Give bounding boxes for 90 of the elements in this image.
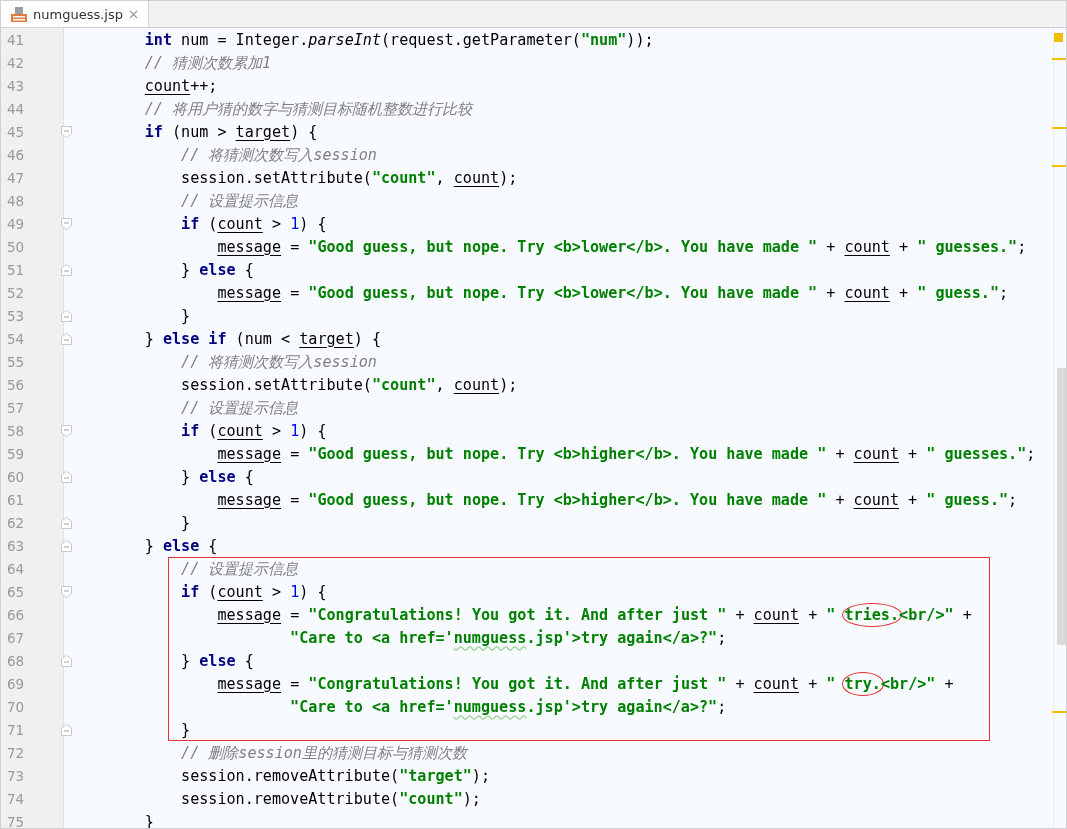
code-line: session.setAttribute("count", count); (180, 168, 518, 187)
warning-marker (1052, 711, 1066, 713)
code-line: } (180, 306, 191, 325)
code-line: message = "Congratulations! You got it. And after just " + count + " tries.<br/>" + (72, 605, 972, 624)
code-line: // 设置提示信息 (180, 190, 299, 211)
fold-icon[interactable] (61, 263, 72, 276)
code-line: session.setAttribute("count", count); (180, 375, 518, 394)
code-line: // 将用户猜的数字与猜测目标随机整数进行比较 (143, 98, 472, 119)
code-line: // 将猜测次数写入session (180, 144, 377, 165)
line-number: 69 (6, 675, 26, 692)
line-number: 67 (6, 629, 26, 646)
code-line: "Care to <a href='numguess.jsp'>try again</a>?"; (289, 697, 727, 716)
code-line: message = "Congratulations! You got it. And after just " + count + " try.<br/>" + (72, 674, 954, 693)
code-line: // 设置提示信息 (180, 558, 299, 579)
code-line: "Care to <a href='numguess.jsp'>try again</a>?"; (289, 628, 727, 647)
fold-icon[interactable] (61, 723, 72, 736)
line-number: 47 (6, 169, 26, 186)
code-line: if (num > target) { (143, 122, 318, 141)
line-number: 61 (6, 491, 26, 508)
code-line: if (count > 1) { (180, 582, 327, 601)
code-line: message = "Good guess, but nope. Try <b>lower</b>. You have made " + count + " guesses."; (216, 237, 1027, 256)
line-number: 45 (6, 123, 26, 140)
line-number: 71 (6, 721, 26, 738)
code-line: } else { (180, 651, 254, 670)
line-number: 54 (6, 330, 26, 347)
line-number: 63 (6, 537, 26, 554)
code-line: } else { (143, 536, 218, 555)
code-line: if (count > 1) { (180, 421, 327, 440)
line-number: 42 (6, 54, 26, 71)
code-line: message = "Good guess, but nope. Try <b>higher</b>. You have made " + count + " guess."; (216, 490, 1018, 509)
code-line: // 猜测次数累加1 (143, 52, 272, 73)
code-line: session.removeAttribute("target"); (180, 766, 491, 785)
scrollbar-thumb[interactable] (1057, 368, 1066, 645)
line-number: 58 (6, 422, 26, 439)
line-number: 50 (6, 238, 26, 255)
line-number: 41 (6, 31, 26, 48)
code-line: message = "Good guess, but nope. Try <b>lower</b>. You have made " + count + " guess."; (216, 283, 1009, 302)
code-line: } else if (num < target) { (143, 329, 382, 348)
fold-icon[interactable] (61, 125, 72, 138)
jsp-file-icon (11, 6, 27, 22)
fold-icon[interactable] (61, 654, 72, 667)
line-number: 70 (6, 698, 26, 715)
code-line: session.removeAttribute("count"); (180, 789, 481, 808)
line-number: 73 (6, 767, 26, 784)
code-line: // 设置提示信息 (180, 397, 299, 418)
warning-marker (1052, 165, 1066, 167)
line-number: 57 (6, 399, 26, 416)
line-number: 44 (6, 100, 26, 117)
code-line: } else { (180, 467, 254, 486)
line-number: 43 (6, 77, 26, 94)
line-number: 46 (6, 146, 26, 163)
fold-icon[interactable] (61, 585, 72, 598)
line-number: 72 (6, 744, 26, 761)
line-number: 49 (6, 215, 26, 232)
code-line: } (180, 720, 191, 739)
close-icon[interactable] (128, 9, 138, 19)
line-number: 62 (6, 514, 26, 531)
code-line: message = "Good guess, but nope. Try <b>higher</b>. You have made " + count + " guesses."; (216, 444, 1036, 463)
code-line: if (count > 1) { (180, 214, 327, 233)
warning-marker (1052, 127, 1066, 129)
warning-marker (1054, 33, 1063, 42)
line-number: 53 (6, 307, 26, 324)
line-number: 74 (6, 790, 26, 807)
file-tab[interactable]: numguess.jsp (1, 1, 149, 27)
code-line: } (180, 513, 191, 532)
code-line: // 将猜测次数写入session (180, 351, 377, 372)
code-line: // 删除session里的猜测目标与猜测次数 (180, 742, 467, 763)
line-number: 52 (6, 284, 26, 301)
fold-icon[interactable] (61, 470, 72, 483)
line-number: 75 (6, 813, 26, 828)
line-number: 60 (6, 468, 26, 485)
line-number: 66 (6, 606, 26, 623)
fold-icon[interactable] (61, 516, 72, 529)
fold-icon[interactable] (61, 424, 72, 437)
line-number: 59 (6, 445, 26, 462)
line-number: 68 (6, 652, 26, 669)
fold-icon[interactable] (61, 332, 72, 345)
line-number: 48 (6, 192, 26, 209)
line-number: 55 (6, 353, 26, 370)
code-line: int num = Integer.parseInt(request.getParameter("num")); (143, 30, 654, 49)
line-number: 64 (6, 560, 26, 577)
line-number: 56 (6, 376, 26, 393)
fold-icon[interactable] (61, 309, 72, 322)
line-number: 65 (6, 583, 26, 600)
warning-marker (1052, 58, 1066, 60)
fold-icon[interactable] (61, 217, 72, 230)
fold-icon[interactable] (61, 539, 72, 552)
code-line: } else { (180, 260, 254, 279)
code-line: count++; (143, 76, 218, 95)
line-number: 51 (6, 261, 26, 278)
